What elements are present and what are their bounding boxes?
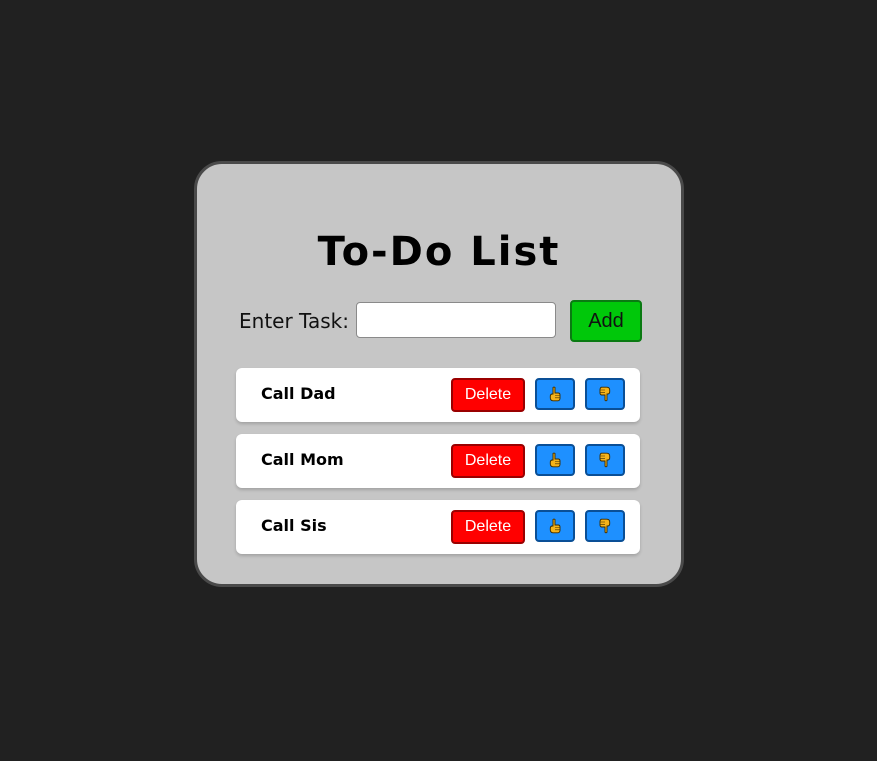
upvote-button[interactable] bbox=[535, 510, 575, 542]
todo-card: To-Do List Enter Task: Add Call Dad Dele… bbox=[194, 161, 684, 587]
add-button[interactable]: Add bbox=[570, 300, 642, 342]
task-input-label: Enter Task: bbox=[239, 309, 349, 333]
task-item: Call Sis Delete bbox=[236, 500, 640, 554]
delete-button[interactable]: Delete bbox=[451, 378, 525, 412]
thumb-down-icon bbox=[599, 386, 611, 402]
upvote-button[interactable] bbox=[535, 444, 575, 476]
thumb-down-icon bbox=[599, 518, 611, 534]
delete-button[interactable]: Delete bbox=[451, 510, 525, 544]
downvote-button[interactable] bbox=[585, 510, 625, 542]
thumb-up-icon bbox=[549, 386, 561, 402]
thumb-up-icon bbox=[549, 518, 561, 534]
task-input-row: Enter Task: Add bbox=[236, 300, 642, 342]
task-text: Call Dad bbox=[261, 384, 336, 403]
task-input[interactable] bbox=[356, 302, 556, 338]
thumb-down-icon bbox=[599, 452, 611, 468]
task-item: Call Dad Delete bbox=[236, 368, 640, 422]
downvote-button[interactable] bbox=[585, 444, 625, 476]
task-list: Call Dad Delete Call Mom Delete Call Sis… bbox=[236, 368, 640, 566]
page-title: To-Do List bbox=[317, 229, 561, 275]
upvote-button[interactable] bbox=[535, 378, 575, 410]
task-text: Call Mom bbox=[261, 450, 344, 469]
task-text: Call Sis bbox=[261, 516, 327, 535]
downvote-button[interactable] bbox=[585, 378, 625, 410]
delete-button[interactable]: Delete bbox=[451, 444, 525, 478]
task-item: Call Mom Delete bbox=[236, 434, 640, 488]
thumb-up-icon bbox=[549, 452, 561, 468]
